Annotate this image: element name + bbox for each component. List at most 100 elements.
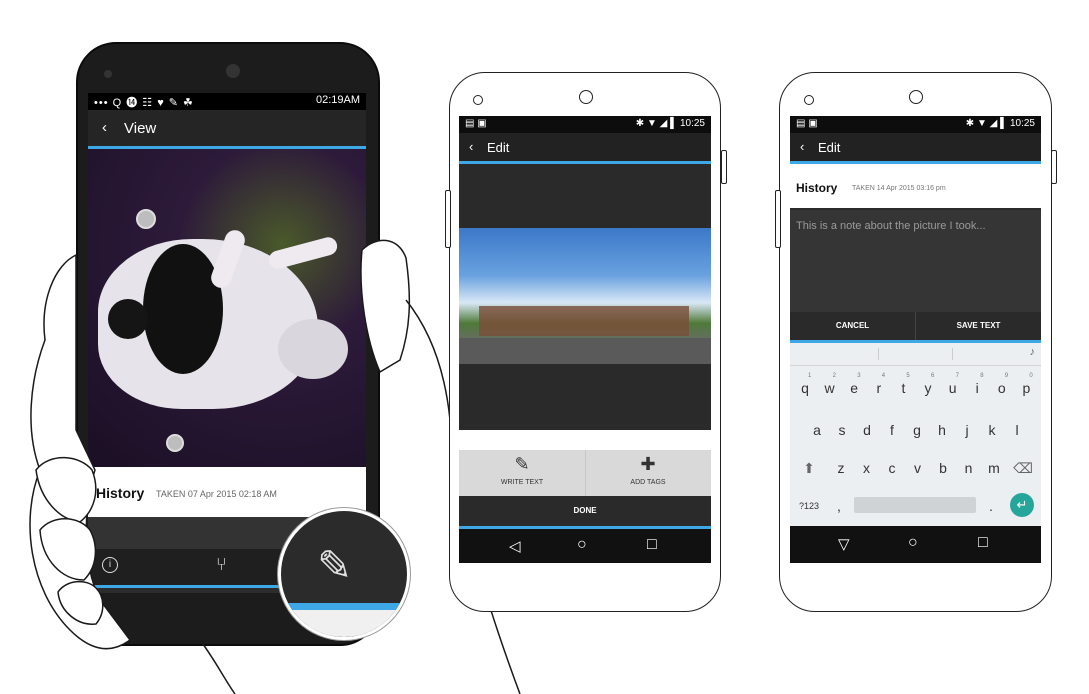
key-w[interactable]: w — [819, 373, 841, 401]
enter-key-icon[interactable]: ↵ — [1010, 493, 1034, 517]
nav-recent-icon[interactable]: □ — [647, 536, 657, 554]
key-v[interactable]: v — [907, 453, 929, 481]
key-p[interactable]: p — [1015, 373, 1037, 401]
history-timestamp: TAKEN 07 Apr 2015 02:18 AM — [156, 489, 277, 499]
key-c[interactable]: c — [881, 453, 903, 481]
side-button — [775, 190, 781, 248]
key-s[interactable]: s — [831, 415, 853, 443]
page-title: Edit — [487, 140, 510, 155]
add-tag-icon: ✚ — [640, 454, 656, 474]
status-time: 02:19AM — [315, 94, 360, 106]
write-text-button[interactable]: ✎ WRITE TEXT — [459, 450, 586, 496]
save-text-button[interactable]: SAVE TEXT — [916, 312, 1041, 340]
accent-divider — [281, 603, 407, 610]
app-bar: ‹ View — [88, 110, 366, 146]
photo-subject-snout — [278, 319, 348, 379]
keyboard: ♪ q1 w2 e3 r4t5 y6 u7 i8 o9p0 asdfghjkl ⬆ ⌫ zxc… — [790, 343, 1041, 526]
key-e[interactable]: e — [843, 373, 865, 401]
key-row-2: asdfghjkl — [790, 415, 1041, 443]
key-t[interactable]: t — [892, 373, 914, 401]
key-number-hint: 4 — [881, 373, 886, 379]
suggestion-divider — [878, 348, 879, 360]
key-g[interactable]: g — [906, 415, 928, 443]
zoom-background — [281, 610, 407, 637]
key-z[interactable]: z — [830, 453, 852, 481]
nav-back-icon[interactable]: ◁ — [509, 537, 521, 555]
status-icons: ••• Q ⓮ ☷ ♥ ✎ ☘ — [94, 97, 194, 109]
nav-back-icon[interactable]: ▽ — [838, 535, 850, 553]
key-x[interactable]: x — [856, 453, 878, 481]
cancel-button[interactable]: CANCEL — [790, 312, 916, 340]
status-icons: ▤ ▣ — [465, 118, 487, 129]
key-row-3: ⬆ ⌫ zxcvbnm — [790, 453, 1041, 481]
key-i[interactable]: i — [966, 373, 988, 401]
photo-subject-spot — [143, 244, 223, 374]
side-button — [721, 150, 727, 184]
front-camera — [909, 90, 923, 104]
nav-home-icon[interactable]: ○ — [577, 536, 587, 554]
share-icon[interactable]: ⑂ — [216, 554, 227, 575]
key-a[interactable]: a — [806, 415, 828, 443]
mic-icon[interactable]: ♪ — [1030, 346, 1036, 358]
key-l[interactable]: l — [1006, 415, 1028, 443]
key-f[interactable]: f — [881, 415, 903, 443]
key-u[interactable]: u — [942, 373, 964, 401]
photo[interactable] — [459, 228, 711, 364]
edit-pencil-icon[interactable]: ✎ — [317, 541, 352, 590]
history-panel: History TAKEN 14 Apr 2015 03:16 pm — [790, 168, 1041, 208]
key-number-hint: 1 — [808, 373, 812, 379]
page-title: Edit — [818, 140, 841, 155]
comma-key[interactable]: , — [828, 491, 850, 519]
suggestion-divider — [952, 348, 953, 360]
key-number-hint: 2 — [832, 373, 836, 379]
note-input[interactable]: This is a note about the picture I took.… — [790, 210, 1041, 312]
key-n[interactable]: n — [958, 453, 980, 481]
key-number-hint: 6 — [931, 373, 935, 379]
key-h[interactable]: h — [931, 415, 953, 443]
accent-divider — [459, 161, 711, 164]
pencil-icon: ✎ — [514, 454, 530, 474]
page-title: View — [124, 120, 157, 137]
status-icons: ▤ ▣ — [796, 118, 818, 129]
photo-subject-spot — [108, 299, 148, 339]
info-icon[interactable]: i — [102, 557, 118, 573]
key-d[interactable]: d — [856, 415, 878, 443]
period-key[interactable]: . — [980, 491, 1002, 519]
tag-marker[interactable] — [166, 434, 184, 452]
photo-houses — [479, 306, 689, 336]
key-m[interactable]: m — [983, 453, 1005, 481]
sensor — [473, 95, 483, 105]
key-b[interactable]: b — [932, 453, 954, 481]
edit-tools: ✎ WRITE TEXT ✚ ADD TAGS — [459, 450, 711, 496]
key-q[interactable]: q — [794, 373, 816, 401]
delete-icon[interactable]: ⌫ — [1008, 453, 1038, 481]
key-r[interactable]: r — [868, 373, 890, 401]
space-key[interactable] — [854, 497, 976, 513]
done-button[interactable]: DONE — [459, 496, 711, 526]
app-bar: ‹ Edit — [790, 133, 1041, 161]
photo[interactable] — [88, 149, 366, 467]
back-icon[interactable]: ‹ — [102, 119, 107, 136]
shift-icon[interactable]: ⬆ — [794, 453, 824, 481]
photo-subject-horn — [266, 235, 340, 271]
note-placeholder: This is a note about the picture I took.… — [796, 220, 986, 232]
note-actions: CANCEL SAVE TEXT — [790, 312, 1041, 340]
key-o[interactable]: o — [991, 373, 1013, 401]
tag-marker[interactable] — [136, 209, 156, 229]
front-camera — [226, 64, 240, 78]
add-tags-button[interactable]: ✚ ADD TAGS — [585, 450, 711, 496]
key-number-hint: 3 — [857, 373, 861, 379]
back-icon[interactable]: ‹ — [800, 139, 804, 154]
back-icon[interactable]: ‹ — [469, 139, 473, 154]
nav-recent-icon[interactable]: □ — [978, 534, 988, 552]
nav-home-icon[interactable]: ○ — [908, 534, 918, 552]
symbols-key[interactable]: ?123 — [794, 491, 824, 519]
status-right: ✱ ▼ ◢ ▌ 10:25 — [635, 118, 705, 129]
key-y[interactable]: y — [917, 373, 939, 401]
photo-road — [459, 338, 711, 364]
phone-note-screen: ▤ ▣ ✱ ▼ ◢ ▌ 10:25 ‹ Edit History TAKEN 1… — [790, 116, 1041, 563]
key-number-hint: 8 — [980, 373, 984, 379]
key-row-4: ?123 , . ↵ — [790, 491, 1041, 519]
key-j[interactable]: j — [956, 415, 978, 443]
key-k[interactable]: k — [981, 415, 1003, 443]
